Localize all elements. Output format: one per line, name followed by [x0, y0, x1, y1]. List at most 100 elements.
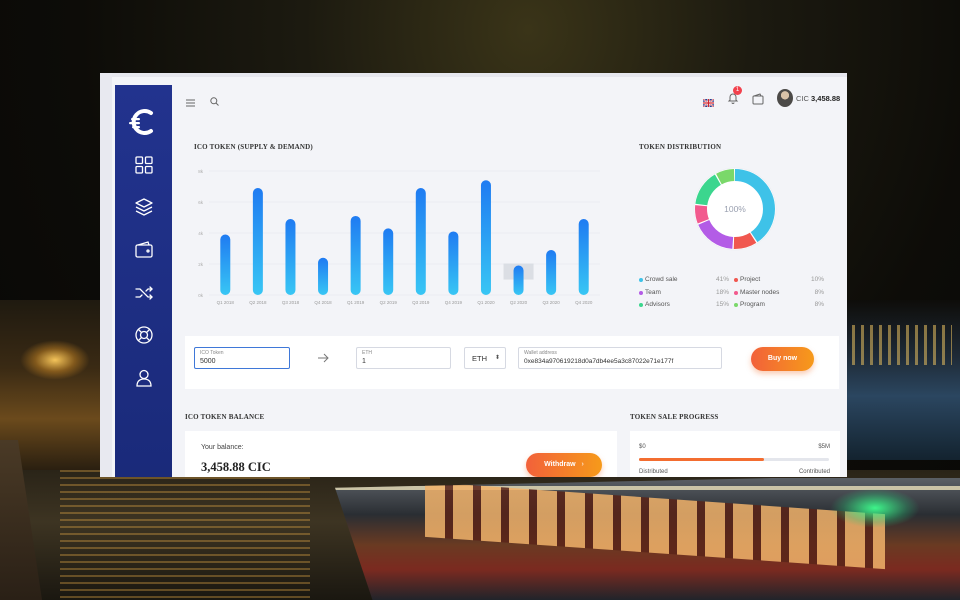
topbar-balance[interactable]: CIC 3,458.88: [796, 94, 840, 103]
support-lifebuoy-icon[interactable]: [134, 325, 154, 345]
x-tick-label: Q2 2018: [249, 300, 267, 305]
legend-item: Project 10%: [734, 276, 824, 286]
legend-percent: 15%: [715, 301, 729, 308]
user-icon[interactable]: [134, 368, 154, 388]
y-tick-label: 4k: [198, 231, 204, 236]
distribution-title: TOKEN DISTRIBUTION: [639, 143, 722, 151]
legend-label: Team: [645, 288, 661, 296]
chart-bar[interactable]: [285, 219, 296, 295]
legend-item: Master nodes 8%: [734, 289, 824, 299]
legend-item: Program 8%: [734, 301, 824, 311]
shuffle-icon[interactable]: [134, 283, 154, 303]
wallet-address-label: Wallet address: [524, 350, 557, 356]
x-tick-label: Q3 2020: [542, 300, 560, 305]
avatar[interactable]: [777, 89, 793, 107]
supply-chart-title: ICO TOKEN (SUPPLY & DEMAND): [194, 143, 313, 151]
legend-percent: 10%: [810, 276, 824, 283]
legend-label: Master nodes: [740, 288, 780, 296]
sale-progress-track: [639, 458, 829, 461]
arrow-right-icon: [318, 353, 329, 363]
wallet-topbar-icon[interactable]: [752, 92, 764, 105]
balance-title: ICO TOKEN BALANCE: [185, 413, 265, 421]
chart-bar[interactable]: [252, 188, 263, 295]
legend-dot: [639, 303, 643, 307]
chart-bar[interactable]: [546, 250, 557, 295]
layers-icon[interactable]: [134, 197, 154, 217]
uk-flag-icon[interactable]: [702, 94, 715, 108]
x-tick-label: Q3 2018: [282, 300, 300, 305]
currency-value: ETH: [472, 354, 487, 363]
river-boat: [335, 478, 960, 600]
chart-bar[interactable]: [318, 257, 329, 295]
wallet-address-field[interactable]: Wallet address 0xe834a970619218d0a7db4ee…: [518, 347, 722, 369]
sale-max-label: $5M: [818, 444, 830, 450]
menu-icon[interactable]: [186, 94, 195, 107]
dashboard-window: 1 CIC 3,458.88 ICO TOKEN (SUPPLY & DEMAN…: [100, 73, 847, 477]
buy-now-button[interactable]: Buy now: [751, 347, 814, 371]
chart-bar[interactable]: [415, 188, 426, 295]
legend-dot: [734, 278, 738, 282]
currency-select[interactable]: ETH ⬍: [464, 347, 506, 369]
wallet-icon[interactable]: [134, 240, 154, 260]
city-lights-right: [847, 300, 960, 460]
sale-progress-title: TOKEN SALE PROGRESS: [630, 413, 719, 421]
legend-percent: 8%: [814, 301, 824, 308]
legend-label: Program: [740, 301, 765, 308]
balance-card: Your balance: 3,458.88 CIC Withdraw ›: [185, 431, 617, 477]
balance-currency: CIC: [796, 94, 809, 103]
donut-center-label: 100%: [724, 204, 746, 214]
chart-bar[interactable]: [448, 231, 459, 295]
chart-bar[interactable]: [578, 219, 589, 295]
chart-bar[interactable]: [383, 228, 394, 295]
x-tick-label: Q4 2018: [314, 300, 332, 305]
x-tick-label: Q1 2019: [347, 300, 365, 305]
legend-percent: 8%: [814, 288, 824, 296]
sale-min-label: $0: [639, 444, 646, 450]
buy-panel: ICO Token 5000 ETH 1 ETH ⬍ Wallet addres…: [185, 336, 839, 389]
withdraw-button[interactable]: Withdraw ›: [526, 453, 602, 477]
legend-percent: 18%: [715, 288, 729, 296]
ico-token-label: ICO Token: [200, 350, 224, 356]
chart-bar[interactable]: [220, 234, 231, 295]
eth-label: ETH: [362, 350, 372, 356]
legend-dot: [734, 290, 738, 295]
legend-item: Advisors 15%: [639, 301, 729, 311]
legend-dot: [639, 278, 643, 282]
ico-token-field[interactable]: ICO Token 5000: [194, 347, 290, 369]
distributed-label: Distributed: [639, 469, 668, 475]
legend-percent: 41%: [715, 276, 729, 283]
sidebar: [115, 85, 172, 477]
chart-bar[interactable]: [480, 180, 491, 295]
contributed-label: Contributed: [798, 469, 830, 475]
search-icon[interactable]: [210, 93, 219, 106]
eth-amount-field[interactable]: ETH 1: [356, 347, 451, 369]
dashboard-grid-icon[interactable]: [134, 155, 154, 175]
legend-item: Team 18%: [639, 289, 729, 299]
sale-progress-fill: [639, 458, 765, 461]
x-tick-label: Q1 2018: [217, 300, 235, 305]
balance-label: Your balance:: [201, 444, 244, 451]
legend-dot: [639, 290, 643, 295]
chart-bar[interactable]: [350, 215, 361, 295]
supply-demand-chart: 0k 2k 4k 6k 8k Q1 2018 Q2 2018 Q3 2018 Q4 2018 Q1…: [198, 169, 600, 305]
y-tick-label: 0k: [198, 293, 204, 298]
notification-badge: 1: [733, 86, 742, 95]
sale-progress-card: $0 $5M Distributed Contributed: [630, 431, 840, 477]
x-tick-label: Q2 2019: [380, 300, 398, 305]
y-tick-label: 2k: [198, 262, 204, 267]
y-tick-label: 8k: [198, 169, 204, 174]
legend-label: Advisors: [645, 301, 670, 308]
x-tick-label: Q1 2020: [477, 300, 495, 305]
legend-dot: [734, 303, 738, 307]
chart-bar[interactable]: [513, 265, 524, 295]
distribution-donut-chart: 100%: [693, 167, 777, 251]
x-tick-label: Q2 2020: [510, 300, 528, 305]
balance-value: 3,458.88 CIC: [201, 460, 271, 474]
x-tick-label: Q4 2019: [445, 300, 463, 305]
chevron-right-icon: ›: [581, 461, 584, 468]
select-caret-icon: ⬍: [494, 355, 500, 361]
x-tick-label: Q3 2019: [412, 300, 430, 305]
legend-label: Crowd sale: [645, 276, 678, 283]
ico-token-value: 5000: [200, 358, 216, 365]
wallet-address-value: 0xe834a970619218d0a7db4ee5a3c87022e71e17…: [524, 358, 674, 365]
